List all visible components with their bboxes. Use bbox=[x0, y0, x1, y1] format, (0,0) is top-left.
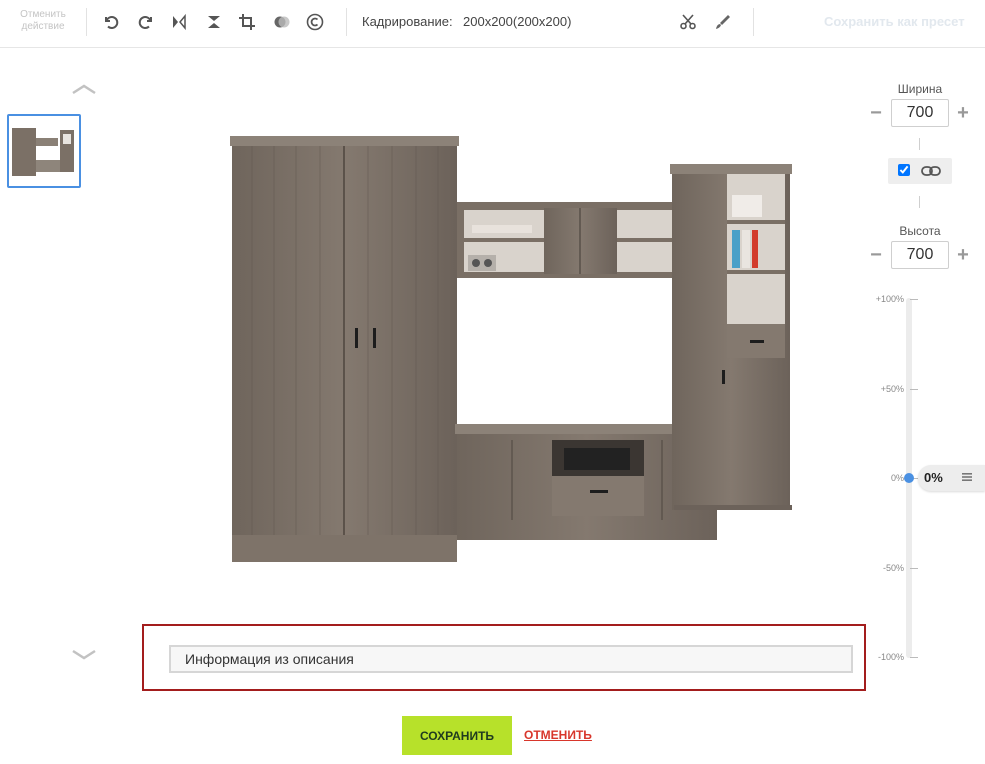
width-increase-button[interactable]: + bbox=[955, 103, 971, 123]
thumbnail-furniture-image bbox=[12, 128, 74, 176]
color-adjust-icon[interactable] bbox=[271, 11, 293, 33]
crop-value: 200x200(200x200) bbox=[463, 14, 572, 29]
cancel-button[interactable]: ОТМЕНИТЬ bbox=[524, 728, 592, 742]
scale-tick bbox=[910, 568, 918, 569]
keep-ratio-checkbox[interactable] bbox=[898, 164, 910, 176]
flip-vertical-icon[interactable] bbox=[203, 11, 225, 33]
scale-tick bbox=[910, 657, 918, 658]
scale-label-minus-50: -50% bbox=[882, 563, 904, 573]
description-highlight-box bbox=[142, 624, 866, 691]
connector-line bbox=[919, 196, 920, 208]
main-image-furniture bbox=[230, 136, 792, 562]
flip-horizontal-icon[interactable] bbox=[168, 11, 190, 33]
width-decrease-button[interactable]: − bbox=[868, 103, 884, 123]
scale-value-badge: 0% bbox=[918, 465, 985, 491]
undo-button[interactable]: Отменить действие bbox=[14, 9, 72, 33]
rotate-left-icon[interactable] bbox=[100, 11, 122, 33]
height-input[interactable] bbox=[891, 241, 949, 269]
chevron-up-icon bbox=[72, 84, 96, 95]
description-input[interactable] bbox=[169, 645, 853, 673]
image-thumbnail[interactable] bbox=[7, 114, 81, 188]
chevron-down-icon bbox=[72, 649, 96, 660]
save-preset-button[interactable]: Сохранить как пресет bbox=[824, 14, 965, 29]
scale-slider-handle[interactable] bbox=[904, 473, 914, 483]
scale-label-plus-50: +50% bbox=[880, 384, 904, 394]
toolbar-divider bbox=[753, 8, 754, 36]
scissors-icon[interactable] bbox=[677, 11, 699, 33]
toolbar-divider bbox=[86, 8, 87, 36]
scale-label-plus-100: +100% bbox=[875, 294, 904, 304]
height-increase-button[interactable]: + bbox=[955, 245, 971, 265]
copyright-icon[interactable] bbox=[304, 11, 326, 33]
height-decrease-button[interactable]: − bbox=[868, 245, 884, 265]
width-input[interactable] bbox=[891, 99, 949, 127]
crop-label: Кадрирование: bbox=[362, 14, 453, 29]
scroll-down-arrow[interactable] bbox=[70, 648, 98, 662]
rotate-right-icon[interactable] bbox=[135, 11, 157, 33]
scale-current-value: 0% bbox=[924, 470, 943, 485]
scale-tick bbox=[910, 389, 918, 390]
link-chain-icon[interactable] bbox=[921, 164, 941, 178]
brush-icon[interactable] bbox=[712, 11, 734, 33]
save-button[interactable]: СОХРАНИТЬ bbox=[402, 716, 512, 755]
crop-icon[interactable] bbox=[236, 11, 258, 33]
keep-ratio-control bbox=[888, 158, 952, 184]
height-label: Высота bbox=[899, 224, 941, 238]
connector-line bbox=[919, 138, 920, 150]
width-label: Ширина bbox=[897, 82, 943, 96]
toolbar: Отменить действие Кадрирование: 200x200(… bbox=[0, 0, 985, 48]
menu-icon[interactable] bbox=[962, 472, 972, 482]
scroll-up-arrow[interactable] bbox=[70, 82, 98, 96]
scale-tick bbox=[910, 299, 918, 300]
scale-label-zero: 0% bbox=[890, 473, 904, 483]
toolbar-divider bbox=[346, 8, 347, 36]
